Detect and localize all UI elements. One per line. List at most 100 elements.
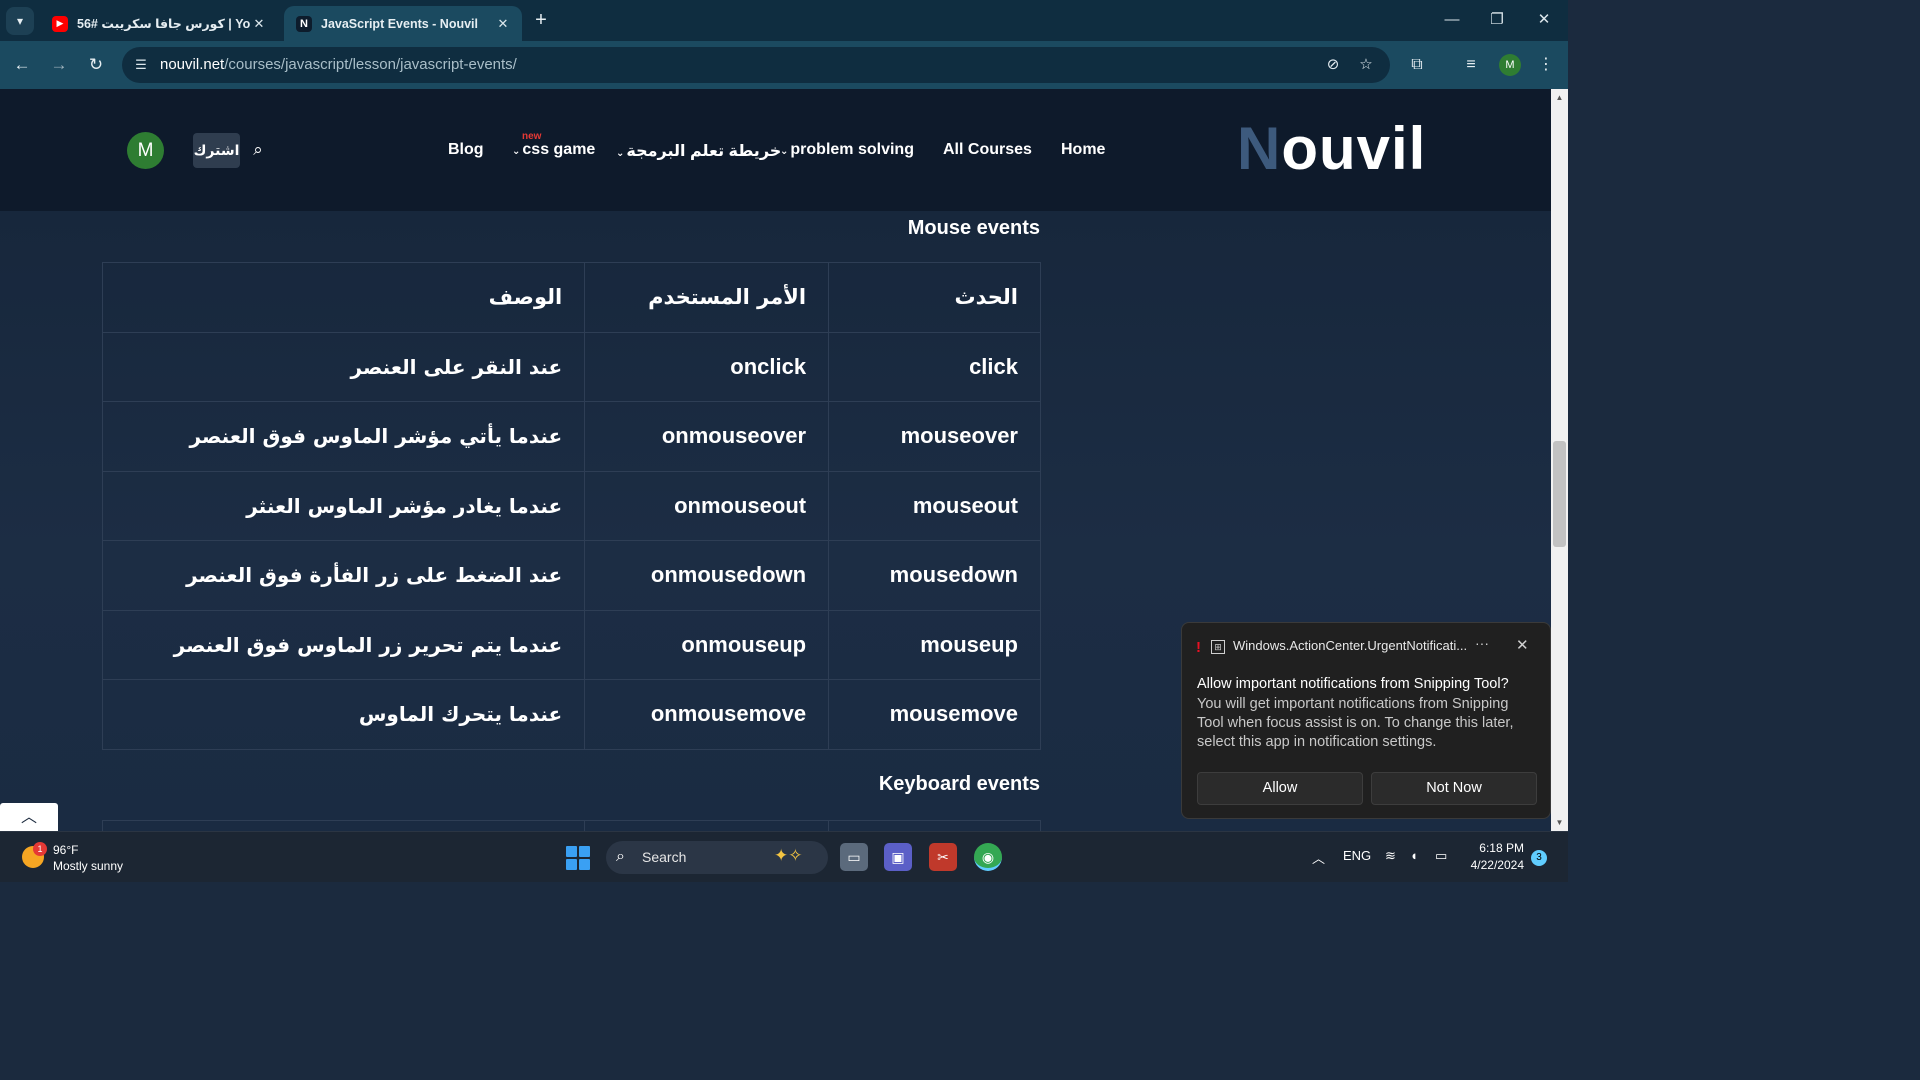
back-arrow-icon[interactable]: ← [9,52,35,78]
urgent-icon: ! [1196,639,1201,656]
event-cell: mousedown [828,540,1041,611]
nouvil-favicon: N [296,15,312,32]
copilot-sparkle-icon: ✦✧ [774,846,803,865]
mouse-events-heading: Mouse events [907,217,1040,239]
restore-button[interactable]: ❐ [1482,8,1512,32]
close-icon[interactable]: ✕ [1516,636,1529,654]
keyboard-events-heading: Keyboard events [878,773,1040,795]
tab-nouvil[interactable]: N JavaScript Events - Nouvil ✕ [284,6,522,41]
site-logo[interactable]: Nouvil [1237,113,1426,185]
language-indicator[interactable]: ENG [1343,848,1371,863]
nav-css-game[interactable]: ⌄ css game [510,141,595,159]
table-row: mousemove onmousemove عندما يتحرك الماوس [101,679,1041,750]
table-row: click onclick عند النقر على العنصر [101,331,1041,402]
weather-badge: 1 [33,842,47,856]
bookmark-star-icon[interactable]: ☆ [1356,55,1376,75]
table-row: mouseout onmouseout عندما يغادر مؤشر الم… [101,470,1041,541]
profile-avatar[interactable]: M [1499,54,1521,76]
event-cell: mouseover [828,401,1041,472]
minimize-button[interactable]: — [1437,8,1467,32]
tab-search-button[interactable]: ▾ [6,7,34,35]
address-bar[interactable]: ☰ nouvil.net/courses/javascript/lesson/j… [122,47,1390,83]
scroll-down-arrow-icon[interactable]: ▼ [1551,816,1568,830]
event-cell: mousemove [828,679,1041,750]
tab-youtube[interactable]: ▶ كورس جافا سكريبت #56 | YouTube ✕ [40,6,278,41]
scroll-thumb[interactable] [1553,441,1566,547]
subscribe-button[interactable]: اشترك [193,133,240,168]
windows-taskbar: 1 96°F Mostly sunny ⌕ Search ✦✧ ▭ ▣ ✂ ◉ … [0,831,1568,882]
description-cell: عندما يأتي مؤشر الماوس فوق العنصر [101,401,586,472]
weather-temperature[interactable]: 96°F [53,843,78,857]
notification-count-badge[interactable]: 3 [1531,850,1547,866]
nav-all-courses[interactable]: All Courses [943,141,1032,159]
tab-title: JavaScript Events - Nouvil [321,16,479,31]
close-icon[interactable]: ✕ [494,16,512,32]
nav-blog[interactable]: Blog [448,141,484,159]
forward-arrow-icon[interactable]: → [46,52,72,78]
search-icon: ⌕ [616,848,625,865]
nav-problem-solving[interactable]: ⌄ problem solving [778,141,914,159]
chevron-down-icon: ⌄ [780,146,789,157]
file-explorer-icon[interactable]: ▭ [840,843,868,871]
allow-button[interactable]: Allow [1197,772,1363,805]
search-icon[interactable]: ⌕ [248,140,268,160]
menu-kebab-icon[interactable]: ⋮ [1534,53,1558,77]
keyboard-events-table [101,820,1041,831]
table-row: mouseover onmouseover عندما يأتي مؤشر ال… [101,401,1041,472]
nav-learning-map[interactable]: ⌄ خريطة تعلم البرمجة [614,141,781,161]
notification-app-name: Windows.ActionCenter.UrgentNotificati... [1233,638,1468,653]
extensions-icon[interactable]: ⧉ [1405,53,1429,77]
chevron-up-icon[interactable]: ︿ [1312,848,1325,867]
table-header-row: الحدث الأمر المستخدم الوصف [101,262,1041,333]
reload-icon[interactable]: ↻ [83,52,109,78]
teams-icon[interactable]: ▣ [884,843,912,871]
taskbar-search[interactable]: ⌕ Search ✦✧ [606,841,828,874]
browser-tab-bar: ▾ ▶ كورس جافا سكريبت #56 | YouTube ✕ N J… [0,0,1568,41]
site-info-icon[interactable]: ☰ [132,56,150,74]
eye-off-icon[interactable]: ⊘ [1323,55,1343,75]
site-header: M اشترك ⌕ Blog new ⌄ css game ⌄ خريطة تعلم… [0,89,1551,211]
command-cell: onmousedown [584,540,830,611]
browser-toolbar: ← → ↻ ☰ nouvil.net/courses/javascript/le… [0,41,1568,89]
back-to-top-button[interactable]: ︿ [0,803,58,831]
command-cell: onclick [584,331,830,402]
scroll-up-arrow-icon[interactable]: ▲ [1551,91,1568,105]
not-now-button[interactable]: Not Now [1371,772,1537,805]
app-icon: ⊞ [1211,640,1225,654]
command-cell: onmouseover [584,401,830,472]
command-cell: onmouseup [584,609,830,680]
more-options-icon[interactable]: ··· [1475,635,1489,651]
close-icon[interactable]: ✕ [250,16,268,32]
description-cell: عندما يتحرك الماوس [101,679,586,750]
clock-time[interactable]: 6:18 PM [1466,841,1524,855]
header-command: الأمر المستخدم [584,262,830,333]
clock-date[interactable]: 4/22/2024 [1462,858,1524,872]
tab-title: كورس جافا سكريبت #56 | YouTube [77,17,250,31]
close-window-button[interactable]: ✕ [1529,8,1559,32]
url-text[interactable]: nouvil.net/courses/javascript/lesson/jav… [160,56,517,73]
new-tab-button[interactable]: + [530,8,552,32]
wifi-icon[interactable]: ≋ [1385,848,1396,864]
header-event: الحدث [828,262,1041,333]
snipping-tool-icon[interactable]: ✂ [929,843,957,871]
windows-start-icon[interactable] [566,846,590,870]
event-cell: click [828,331,1041,402]
nav-home[interactable]: Home [1061,141,1105,159]
header-description: الوصف [101,262,586,333]
weather-description[interactable]: Mostly sunny [53,859,123,873]
chevron-down-icon: ⌄ [512,146,521,157]
user-avatar[interactable]: M [127,132,164,169]
notification-body: You will get important notifications fro… [1197,696,1514,750]
youtube-icon: ▶ [52,15,68,32]
chrome-icon[interactable]: ◉ [974,843,1002,871]
event-cell: mouseout [828,470,1041,541]
volume-icon[interactable]: ◖ [1410,848,1418,863]
mouse-events-table: الحدث الأمر المستخدم الوصف click onclick… [101,262,1041,750]
media-control-icon[interactable]: ≡ [1459,53,1483,77]
page-scrollbar[interactable]: ▲ ▼ [1551,89,1568,831]
description-cell: عندما يتم تحرير زر الماوس فوق العنصر [101,609,586,680]
description-cell: عند الضغط على زر الفأرة فوق العنصر [101,540,586,611]
battery-icon[interactable]: ▭ [1435,848,1447,864]
command-cell: onmousemove [584,679,830,750]
taskbar-search-label: Search [642,849,687,865]
